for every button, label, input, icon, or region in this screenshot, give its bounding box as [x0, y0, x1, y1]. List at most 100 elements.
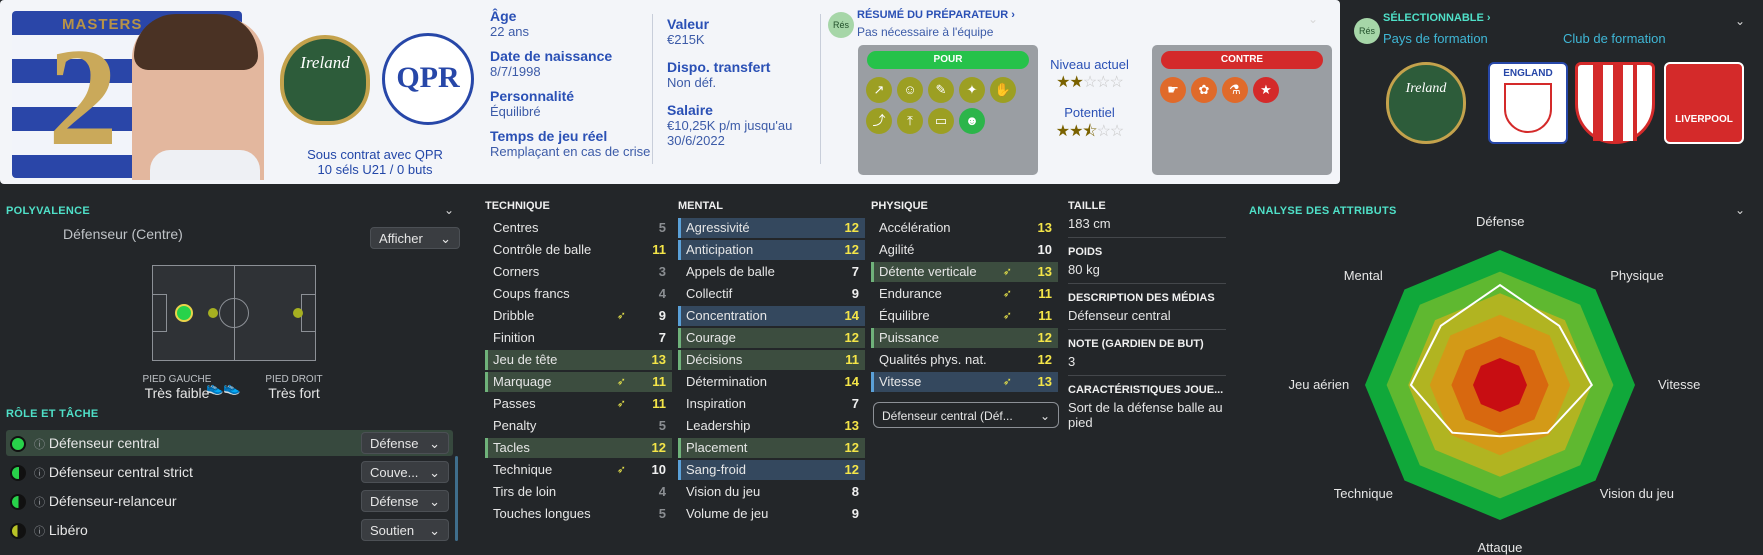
info-icon[interactable]: ⓘ: [34, 497, 45, 509]
attribute-row[interactable]: Accélération 13: [871, 218, 1058, 238]
potential-stars: ★★⯪☆☆: [1055, 123, 1125, 140]
physique-title: PHYSIQUE: [871, 200, 928, 212]
attribute-row[interactable]: Contrôle de balle 11: [485, 240, 672, 260]
selectable-link[interactable]: SÉLECTIONNABLE ›: [1383, 12, 1491, 24]
attribute-row[interactable]: Anticipation 12: [678, 240, 865, 260]
chevron-down-icon[interactable]: ⌄: [1735, 14, 1745, 28]
attribute-row[interactable]: Corners 3: [485, 262, 672, 282]
role-select-dropdown[interactable]: Défenseur central (Déf... ⌄: [873, 402, 1059, 428]
chevron-down-icon[interactable]: ⌄: [444, 203, 454, 217]
attribute-row[interactable]: Leadership 13: [678, 416, 865, 436]
selection-badge-club[interactable]: [1575, 62, 1655, 144]
crossing-icon[interactable]: ↗: [866, 77, 892, 103]
attribute-value: 10: [651, 462, 666, 477]
attribute-row[interactable]: Passes 11 ➶: [485, 394, 672, 414]
duty-dropdown[interactable]: Couve... ⌄: [361, 461, 449, 483]
club-badge[interactable]: QPR: [382, 33, 474, 125]
attribute-row[interactable]: Volume de jeu 9: [678, 504, 865, 524]
training-nation-label: Pays de formation: [1383, 31, 1488, 46]
attribute-value: 5: [658, 506, 666, 521]
attribute-name: Équilibre: [879, 308, 930, 323]
role-row-libero[interactable]: ⓘ Libéro Soutien ⌄: [6, 517, 453, 543]
lightbulb-icon[interactable]: ✦: [959, 77, 985, 103]
trend-icon[interactable]: ⤴: [866, 108, 892, 134]
attribute-row[interactable]: Détente verticale 13 ➶: [871, 262, 1058, 282]
afficher-dropdown[interactable]: Afficher ⌄: [370, 227, 460, 249]
attribute-row[interactable]: Centres 5: [485, 218, 672, 238]
role-row-ball-playing-defender[interactable]: ⓘ Défenseur-relanceur Défense ⌄: [6, 488, 453, 514]
role-name: Défenseur central strict: [48, 464, 193, 480]
primary-position-dot[interactable]: [175, 304, 193, 322]
attribute-row[interactable]: Jeu de tête 13: [485, 350, 672, 370]
attribute-row[interactable]: Vision du jeu 8: [678, 482, 865, 502]
duty-dropdown[interactable]: Défense ⌄: [361, 490, 449, 512]
info-icon[interactable]: ⓘ: [34, 468, 45, 480]
brain-icon[interactable]: ✿: [1191, 77, 1217, 103]
attribute-row[interactable]: Puissance 12: [871, 328, 1058, 348]
attribute-row[interactable]: Dribble 9 ➶: [485, 306, 672, 326]
attribute-name: Agressivité: [686, 220, 750, 235]
attribute-row[interactable]: Appels de balle 7: [678, 262, 865, 282]
attribute-row[interactable]: Agilité 10: [871, 240, 1058, 260]
duty-dropdown[interactable]: Soutien ⌄: [361, 519, 449, 541]
selection-badge-liverpool[interactable]: LIVERPOOL: [1664, 62, 1744, 144]
attribute-row[interactable]: Sang-froid 12: [678, 460, 865, 480]
radar-axis-label: Jeu aérien: [1288, 377, 1350, 392]
info-icon[interactable]: ⓘ: [34, 526, 45, 538]
attribute-row[interactable]: Inspiration 7: [678, 394, 865, 414]
attribute-row[interactable]: Équilibre 11 ➶: [871, 306, 1058, 326]
attribute-name: Puissance: [879, 330, 939, 345]
star-icon[interactable]: ★: [1253, 77, 1279, 103]
attribute-row[interactable]: Technique 10 ➶: [485, 460, 672, 480]
attribute-row[interactable]: Concentration 14: [678, 306, 865, 326]
attribute-row[interactable]: Penalty 5: [485, 416, 672, 436]
attribute-name: Technique: [493, 462, 553, 477]
attribute-row[interactable]: Qualités phys. nat. 12: [871, 350, 1058, 370]
attribute-row[interactable]: Touches longues 5: [485, 504, 672, 524]
attribute-row[interactable]: Agressivité 12: [678, 218, 865, 238]
attribute-row[interactable]: Détermination 14: [678, 372, 865, 392]
attribute-name: Qualités phys. nat.: [879, 352, 987, 367]
attribute-value: 13: [1037, 220, 1052, 235]
roles-scrollbar[interactable]: [455, 456, 458, 541]
role-row-strict-central-defender[interactable]: ⓘ Défenseur central strict Couve... ⌄: [6, 459, 453, 485]
pros-label: POUR: [867, 51, 1029, 69]
secondary-position-dot[interactable]: [208, 308, 218, 318]
attribute-row[interactable]: Tacles 12: [485, 438, 672, 458]
attribute-row[interactable]: Courage 12: [678, 328, 865, 348]
info-icon[interactable]: ⓘ: [34, 439, 45, 451]
contract-info[interactable]: Sous contrat avec QPR 10 séls U21 / 0 bu…: [270, 147, 480, 177]
attribute-row[interactable]: Décisions 11: [678, 350, 865, 370]
attribute-row[interactable]: Vitesse 13 ➶: [871, 372, 1058, 392]
attribute-row[interactable]: Marquage 11 ➶: [485, 372, 672, 392]
handshake-icon[interactable]: ✋: [990, 77, 1016, 103]
pen-icon[interactable]: ✎: [928, 77, 954, 103]
nation-badge[interactable]: Ireland: [280, 35, 370, 125]
attribute-row[interactable]: Finition 7: [485, 328, 672, 348]
flask-icon[interactable]: ⚗: [1222, 77, 1248, 103]
duty-dropdown[interactable]: Défense ⌄: [361, 432, 449, 454]
secondary-position-dot[interactable]: [293, 308, 303, 318]
chevron-down-icon[interactable]: ⌄: [1735, 203, 1745, 217]
happy-icon[interactable]: ☻: [959, 108, 985, 134]
value-label: Valeur: [667, 16, 710, 32]
pitch-icon[interactable]: ▭: [928, 108, 954, 134]
attribute-row[interactable]: Collectif 9: [678, 284, 865, 304]
attribute-row[interactable]: Coups francs 4: [485, 284, 672, 304]
attribute-row[interactable]: Endurance 11 ➶: [871, 284, 1058, 304]
selection-badge-ireland[interactable]: Ireland: [1386, 62, 1466, 144]
attribute-row[interactable]: Tirs de loin 4: [485, 482, 672, 502]
attribute-name: Appels de balle: [686, 264, 775, 279]
head-icon[interactable]: ☺: [897, 77, 923, 103]
selection-badge-england[interactable]: ENGLAND: [1488, 62, 1568, 144]
radar-axis-label: Physique: [1610, 268, 1664, 284]
attribute-row[interactable]: Placement 12: [678, 438, 865, 458]
value-value: €215K: [667, 32, 705, 47]
jump-icon[interactable]: ⤒: [897, 108, 923, 134]
attribute-name: Contrôle de balle: [493, 242, 592, 257]
chevron-down-icon[interactable]: ⌄: [1308, 12, 1318, 26]
traits-label[interactable]: CARACTÉRISTIQUES JOUE...: [1068, 384, 1226, 396]
role-row-central-defender[interactable]: ⓘ Défenseur central Défense ⌄: [6, 430, 453, 456]
foot-icon[interactable]: ☛: [1160, 77, 1186, 103]
prep-summary-link[interactable]: RÉSUMÉ DU PRÉPARATEUR ›: [857, 9, 1015, 21]
